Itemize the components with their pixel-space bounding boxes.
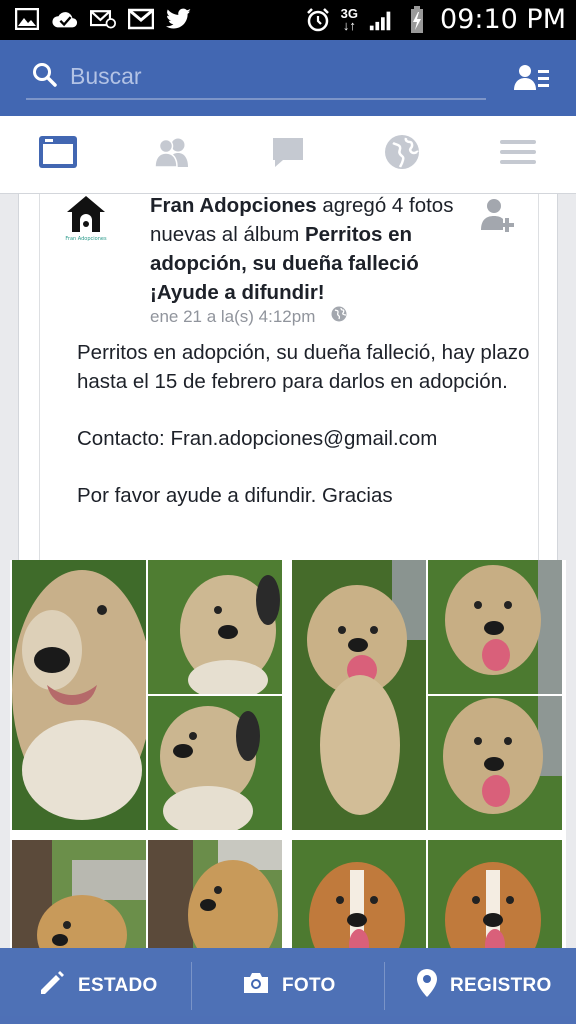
tab-bar: [0, 116, 576, 194]
globe-icon: [384, 134, 420, 175]
album-photo[interactable]: [428, 560, 562, 694]
gallery-icon: [14, 6, 40, 32]
status-button[interactable]: ESTADO: [38, 948, 158, 1024]
checkin-button[interactable]: REGISTRO: [416, 948, 552, 1024]
svg-text:Fran Adopciones: Fran Adopciones: [65, 236, 107, 242]
author-link[interactable]: Fran Adopciones: [150, 194, 317, 217]
album-photo[interactable]: [148, 560, 282, 694]
add-friend-icon[interactable]: [479, 196, 517, 236]
tab-news-feed[interactable]: [36, 134, 80, 174]
photo-button[interactable]: FOTO: [242, 948, 336, 1024]
album-photo[interactable]: [148, 696, 282, 830]
page-avatar[interactable]: Fran Adopciones: [65, 194, 107, 244]
news-feed-icon: [38, 135, 78, 174]
search-bar[interactable]: [26, 58, 486, 100]
story-timestamp[interactable]: ene 21 a la(s) 4:12pm: [150, 307, 315, 327]
contacts-list-icon[interactable]: [514, 62, 550, 94]
checkin-label: REGISTRO: [450, 975, 552, 996]
menu-hamburger-icon: [500, 138, 536, 171]
album-photo[interactable]: [148, 840, 282, 948]
check-cloud-icon: [52, 6, 78, 32]
public-globe-icon: [331, 306, 347, 327]
album-photo[interactable]: [292, 560, 426, 830]
alarm-icon: [305, 7, 331, 33]
search-icon: [32, 62, 58, 88]
search-input[interactable]: [70, 60, 470, 92]
twitter-icon: [166, 6, 192, 32]
album-photo[interactable]: [12, 560, 146, 830]
battery-charging-icon: [404, 5, 430, 33]
signal-icon: [368, 7, 394, 33]
tab-menu[interactable]: [496, 134, 540, 174]
album-photo[interactable]: [428, 696, 562, 830]
post-message: Perritos en adopción, su dueña falleció,…: [77, 341, 530, 507]
clock-time: 09:10 PM: [440, 4, 566, 35]
tab-friend-requests[interactable]: [150, 134, 194, 174]
pencil-icon: [38, 969, 66, 1003]
album-photo[interactable]: [292, 840, 426, 948]
gmail-icon: [128, 6, 154, 32]
status-bar: 3G ↓↑ 09:10 PM: [0, 0, 576, 40]
divider: [191, 962, 192, 1010]
status-label: ESTADO: [78, 975, 158, 996]
top-bar: [0, 40, 576, 116]
album-photo[interactable]: [12, 840, 146, 948]
tab-notifications[interactable]: [380, 134, 424, 174]
photo-album-grid: [10, 560, 566, 948]
divider: [384, 962, 385, 1010]
friends-icon: [152, 137, 192, 172]
camera-icon: [242, 971, 270, 1001]
3g-icon: 3G ↓↑: [340, 5, 359, 33]
story-header: Fran Adopciones agregó 4 fotos nuevas al…: [150, 194, 480, 307]
composer-bar: ESTADO FOTO REGISTRO: [0, 948, 576, 1024]
news-feed[interactable]: Fran Adopciones Fran Adopciones agregó 4…: [0, 194, 576, 948]
chat-bubble-icon: [271, 136, 305, 173]
story-meta: ene 21 a la(s) 4:12pm: [150, 306, 347, 327]
album-photo[interactable]: [428, 840, 562, 948]
photo-label: FOTO: [282, 975, 336, 996]
mail-at-icon: [90, 6, 116, 32]
tab-messages[interactable]: [266, 134, 310, 174]
location-pin-icon: [416, 968, 438, 1004]
